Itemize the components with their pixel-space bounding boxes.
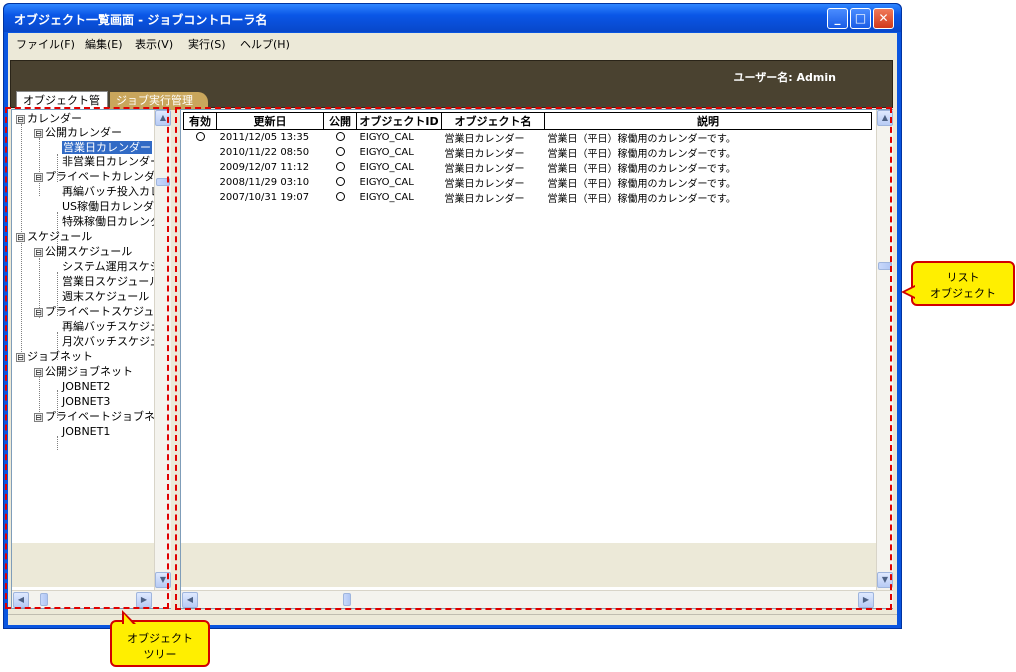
maximize-button[interactable]: □ (850, 8, 871, 29)
close-button[interactable]: ✕ (873, 8, 894, 29)
minimize-button[interactable]: _ (827, 8, 848, 29)
callout-pointer-icon (122, 610, 136, 624)
callout-line: リスト (946, 271, 980, 284)
callout-line: ツリー (143, 648, 177, 661)
callout-line: オブジェクト (930, 287, 996, 300)
callout-line: オブジェクト (127, 632, 193, 645)
title-bar[interactable]: オブジェクト一覧画面 - ジョブコントローラ名 _ □ ✕ (4, 4, 901, 32)
menu-file[interactable]: ファイル(F) (16, 36, 75, 52)
list-highlight-frame (175, 107, 892, 610)
menu-view[interactable]: 表示(V) (135, 36, 173, 52)
username-label: ユーザー名: Admin (733, 71, 836, 84)
window-title: オブジェクト一覧画面 - ジョブコントローラ名 (14, 13, 268, 27)
tree-highlight-frame (5, 107, 169, 609)
menu-run[interactable]: 実行(S) (188, 36, 226, 52)
tree-object-callout: オブジェクト ツリー (110, 610, 210, 667)
menu-help[interactable]: ヘルプ(H) (240, 36, 290, 52)
list-object-callout: リスト オブジェクト (901, 261, 1015, 306)
callout-pointer-icon (901, 285, 915, 299)
menu-bar: ファイル(F) 編集(E) 表示(V) 実行(S) ヘルプ(H) (8, 33, 897, 52)
menu-edit[interactable]: 編集(E) (85, 36, 123, 52)
